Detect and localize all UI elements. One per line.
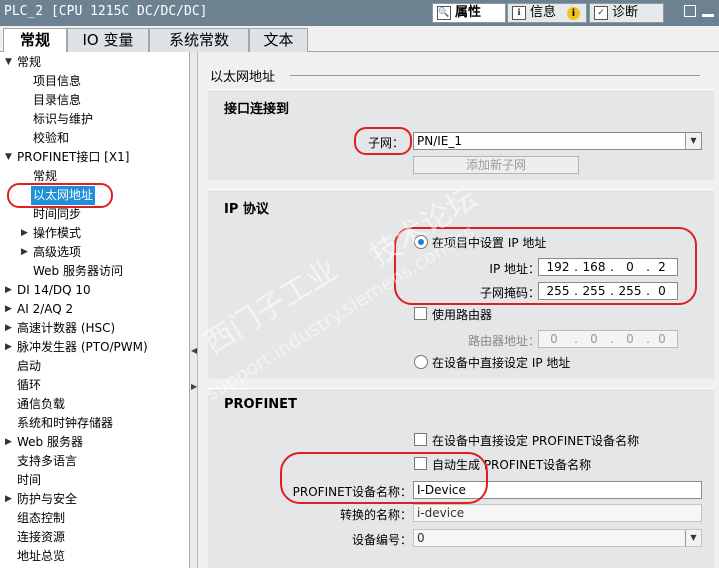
- tree-item-operating-mode[interactable]: ▶ 操作模式: [21, 224, 81, 243]
- tab-io-tags[interactable]: IO 变量: [67, 28, 149, 52]
- tab-system-constants[interactable]: 系统常数: [149, 28, 249, 52]
- navigation-tree: ▼ 常规 项目信息 目录信息 标识与维护 校验和 ▼ PROFINET接口 [X1]…: [0, 52, 190, 568]
- tree-item-hsc[interactable]: ▶ 高速计数器 (HSC): [5, 319, 115, 338]
- tab-diagnostics-label: 诊断: [612, 5, 639, 20]
- add-subnet-button[interactable]: 添加新子网: [413, 156, 579, 174]
- converted-name-label: 转换的名称：: [339, 508, 412, 522]
- tab-properties[interactable]: 🔍 属性: [432, 3, 506, 23]
- subnet-dropdown[interactable]: PN/IE_1 ▼: [413, 132, 702, 150]
- tree-item-checksum[interactable]: 校验和: [33, 129, 69, 148]
- set-ip-on-device-label: 在设备中直接设定 IP 地址: [432, 356, 571, 370]
- diagnostics-icon: ✓: [594, 6, 608, 20]
- collapse-left-icon[interactable]: ◀: [191, 346, 197, 358]
- properties-icon: 🔍: [437, 6, 451, 20]
- tree-item-general[interactable]: ▼ 常规: [5, 53, 41, 72]
- property-tabs: 常规 IO 变量 系统常数 文本: [0, 26, 719, 53]
- expanded-arrow-icon[interactable]: ▼: [5, 53, 12, 72]
- tree-item-multilanguage[interactable]: 支持多语言: [17, 452, 77, 471]
- collapsed-arrow-icon[interactable]: ▶: [5, 433, 12, 452]
- panel-splitter[interactable]: ◀ ▶: [190, 52, 198, 568]
- tree-item-address-overview[interactable]: 地址总览: [17, 547, 65, 566]
- tab-properties-label: 属性: [455, 5, 482, 20]
- minimize-window-icon[interactable]: [702, 14, 714, 17]
- chevron-down-icon[interactable]: ▼: [685, 530, 701, 546]
- tree-item-advanced-options[interactable]: ▶ 高级选项: [21, 243, 81, 262]
- collapsed-arrow-icon[interactable]: ▶: [5, 319, 12, 338]
- tree-item-web-server-access[interactable]: Web 服务器访问: [33, 262, 123, 281]
- tree-item-cycle[interactable]: 循环: [17, 376, 41, 395]
- tree-item-profinet-interface[interactable]: ▼ PROFINET接口 [X1]: [5, 148, 129, 167]
- interface-section-title: 接口连接到: [224, 102, 290, 117]
- ip-protocol-section-title: IP 协议: [224, 202, 269, 217]
- collapsed-arrow-icon[interactable]: ▶: [21, 243, 28, 262]
- interface-section: 接口连接到 子网： PN/IE_1 ▼ 添加新子网: [208, 89, 714, 180]
- tree-item-project-info[interactable]: 项目信息: [33, 72, 81, 91]
- tree-item-pulse-generator[interactable]: ▶ 脉冲发生器 (PTO/PWM): [5, 338, 148, 357]
- use-router-label: 使用路由器: [432, 308, 493, 322]
- tree-item-connection-resources[interactable]: 连接资源: [17, 528, 65, 547]
- use-router-checkbox[interactable]: [414, 307, 427, 320]
- tree-item-ai-aq[interactable]: ▶ AI 2/AQ 2: [5, 300, 73, 319]
- collapsed-arrow-icon[interactable]: ▶: [5, 281, 12, 300]
- tree-item-comm-load[interactable]: 通信负载: [17, 395, 65, 414]
- annotation-ring: [394, 227, 697, 305]
- router-address-input[interactable]: 0 . 0 . 0 . 0: [538, 330, 678, 348]
- collapsed-arrow-icon[interactable]: ▶: [5, 300, 12, 319]
- window-titlebar: PLC_2 [CPU 1215C DC/DC/DC] 🔍 属性 ℹ 信息 i ✓…: [0, 0, 719, 26]
- converted-name-field: i-device: [413, 504, 702, 522]
- tab-info[interactable]: ℹ 信息 i: [507, 3, 587, 23]
- restore-window-icon[interactable]: [684, 5, 696, 17]
- section-header: 以太网地址: [210, 70, 276, 85]
- annotation-ring: [280, 452, 488, 504]
- tab-info-label: 信息: [530, 5, 557, 20]
- window-title: PLC_2 [CPU 1215C DC/DC/DC]: [4, 4, 208, 19]
- device-number-label: 设备编号：: [351, 533, 412, 547]
- expand-right-icon[interactable]: ▶: [191, 382, 197, 394]
- tree-item-config-control[interactable]: 组态控制: [17, 509, 65, 528]
- header-divider: [290, 75, 700, 76]
- tree-item-startup[interactable]: 启动: [17, 357, 41, 376]
- tree-item-time[interactable]: 时间: [17, 471, 41, 490]
- chevron-down-icon[interactable]: ▼: [685, 133, 701, 149]
- set-name-on-device-label: 在设备中直接设定 PROFINET设备名称: [432, 434, 640, 448]
- properties-content: 以太网地址 接口连接到 子网： PN/IE_1 ▼ 添加新子网 IP 协议 在项…: [198, 52, 719, 568]
- profinet-section: PROFINET 在设备中直接设定 PROFINET设备名称 自动生成 PROF…: [208, 388, 714, 568]
- tab-diagnostics[interactable]: ✓ 诊断: [589, 3, 664, 23]
- collapsed-arrow-icon[interactable]: ▶: [5, 338, 12, 357]
- set-name-on-device-checkbox[interactable]: [414, 433, 427, 446]
- device-number-value: 0: [417, 531, 425, 545]
- tree-item-system-clock-memory[interactable]: 系统和时钟存储器: [17, 414, 113, 433]
- tree-item-catalog-info[interactable]: 目录信息: [33, 91, 81, 110]
- collapsed-arrow-icon[interactable]: ▶: [5, 490, 12, 509]
- subnet-value: PN/IE_1: [417, 134, 463, 148]
- tree-item-identification[interactable]: 标识与维护: [33, 110, 93, 129]
- collapsed-arrow-icon[interactable]: ▶: [21, 224, 28, 243]
- ip-protocol-section: IP 协议 在项目中设置 IP 地址 IP 地址： 192 . 168 . 0 …: [208, 189, 714, 379]
- tab-texts[interactable]: 文本: [249, 28, 308, 52]
- expanded-arrow-icon[interactable]: ▼: [5, 148, 12, 167]
- device-number-dropdown[interactable]: 0 ▼: [413, 529, 702, 547]
- tree-item-di-dq[interactable]: ▶ DI 14/DQ 10: [5, 281, 91, 300]
- annotation-ring: [354, 127, 412, 155]
- set-ip-on-device-radio[interactable]: [414, 355, 428, 369]
- info-badge-icon: i: [567, 7, 580, 20]
- tree-item-protection-security[interactable]: ▶ 防护与安全: [5, 490, 77, 509]
- annotation-ring: [7, 183, 113, 208]
- info-icon: ℹ: [512, 6, 526, 20]
- profinet-section-title: PROFINET: [224, 397, 297, 412]
- tab-general[interactable]: 常规: [3, 28, 67, 53]
- tree-item-web-server[interactable]: ▶ Web 服务器: [5, 433, 83, 452]
- router-address-label: 路由器地址：: [467, 334, 540, 348]
